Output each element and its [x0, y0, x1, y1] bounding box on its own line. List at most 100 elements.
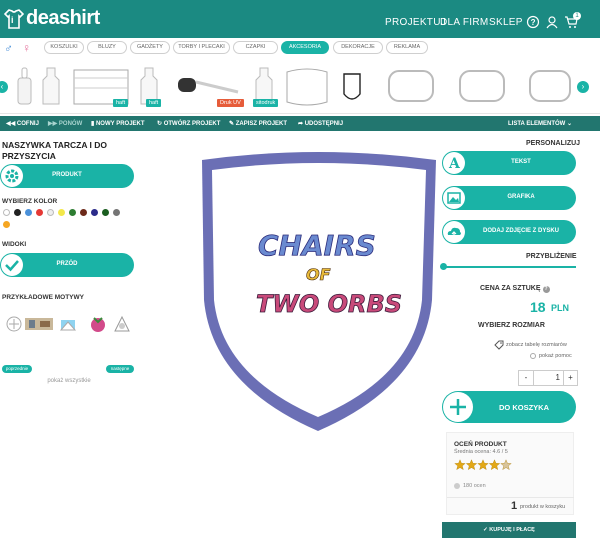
open-project-button[interactable]: ↻ OTWÓRZ PROJEKT: [157, 120, 220, 127]
tag-haft-2: haft: [146, 99, 162, 107]
color-swatch[interactable]: [25, 209, 32, 216]
plus-icon: [443, 392, 473, 422]
color-swatch[interactable]: [58, 209, 65, 216]
editor-toolbar: ◀◀ COFNIJ ▶▶ PONÓW ▮ NOWY PROJEKT ↻ OTWÓ…: [0, 116, 600, 131]
motif-thumb-5[interactable]: [112, 314, 132, 334]
add-to-cart-button[interactable]: DO KOSZYKA: [442, 391, 576, 423]
artwork-line-2: OF: [306, 265, 331, 284]
rating-star[interactable]: [477, 459, 489, 471]
product-thumb-patch-oval-1[interactable]: [387, 64, 435, 108]
category-tab-dekoracje[interactable]: DEKORACJE: [333, 41, 383, 54]
product-thumb-patch-oval-3[interactable]: [528, 64, 572, 108]
add-graphic-label: GRAFIKA: [507, 194, 535, 200]
category-tab-bluzy[interactable]: BLUZY: [87, 41, 127, 54]
category-tab-torby-i-plecaki[interactable]: TORBY I PLECAKI: [173, 41, 230, 54]
image-icon: [443, 187, 465, 209]
qty-input[interactable]: 1: [534, 371, 564, 385]
motif-thumb-2[interactable]: [24, 314, 54, 334]
qty-minus-button[interactable]: -: [519, 371, 534, 385]
qty-plus-button[interactable]: +: [564, 371, 577, 385]
product-button[interactable]: PRODUKT: [0, 164, 134, 188]
element-list-button[interactable]: LISTA ELEMENTÓW ⌄: [508, 120, 572, 127]
strip-next-arrow[interactable]: ›: [577, 81, 589, 93]
color-swatch[interactable]: [3, 221, 10, 228]
rating-star[interactable]: [500, 459, 512, 471]
tag-icon: [494, 340, 504, 350]
color-swatch[interactable]: [47, 209, 54, 216]
motifs-heading: PRZYKŁADOWE MOTYWY: [2, 294, 84, 301]
motif-thumb-1[interactable]: [4, 314, 24, 334]
color-swatch[interactable]: [80, 209, 87, 216]
save-project-label: ZAPISZ PROJEKT: [235, 121, 288, 127]
user-icon[interactable]: [545, 15, 559, 29]
nav-dla-firm[interactable]: DLA FIRM: [440, 17, 489, 28]
color-swatch[interactable]: [36, 209, 43, 216]
rating-star[interactable]: [454, 459, 466, 471]
logo-initial: i: [11, 15, 14, 25]
product-thumb-shield[interactable]: [341, 64, 363, 108]
product-thumb-banner[interactable]: [285, 64, 329, 108]
artwork-line-3: TWO ORBS: [256, 290, 402, 318]
add-to-cart-label: DO KOSZYKA: [498, 403, 549, 412]
help-icon[interactable]: ?: [526, 15, 540, 29]
color-swatch[interactable]: [91, 209, 98, 216]
share-label: UDOSTĘPNIJ: [304, 121, 344, 127]
buy-and-pay-label: KUPUJĘ I PŁACĘ: [489, 527, 535, 533]
motif-thumb-4[interactable]: [88, 314, 108, 334]
tag-druk-uv: Druk UV: [217, 99, 244, 107]
price-info-icon[interactable]: ?: [542, 286, 550, 293]
product-thumb-keychain[interactable]: [14, 64, 36, 108]
price-currency: PLN: [551, 303, 569, 313]
category-tab-gadżety[interactable]: GADŻETY: [130, 41, 170, 54]
color-swatch[interactable]: [113, 209, 120, 216]
motif-thumb-3[interactable]: [58, 314, 78, 334]
svg-text:A: A: [448, 156, 461, 172]
rating-star[interactable]: [465, 459, 478, 471]
size-table-link[interactable]: zobacz tabelę rozmiarów: [506, 342, 567, 348]
nav-projektuj[interactable]: PROJEKTUJ: [385, 17, 446, 28]
undo-button[interactable]: ◀◀ COFNIJ: [6, 120, 39, 127]
design-canvas[interactable]: CHAIRS OF TWO ORBS: [196, 150, 441, 435]
motifs-prev-button[interactable]: poprzednie: [2, 365, 32, 373]
average-rating: Średnia ocena: 4.6 / 5: [454, 449, 508, 455]
color-swatch[interactable]: [14, 209, 21, 216]
show-help-link[interactable]: pokaż pomoc: [539, 353, 572, 359]
motifs-next-button[interactable]: następne: [106, 365, 134, 373]
color-swatch[interactable]: [3, 209, 10, 216]
product-thumb-patch-oval-2[interactable]: [458, 64, 506, 108]
in-cart-count: 1: [511, 500, 518, 512]
zoom-heading: PRZYBLIŻENIE: [526, 253, 577, 260]
add-text-label: TEKST: [511, 159, 531, 165]
category-tab-czapki[interactable]: CZAPKI: [233, 41, 278, 54]
logo[interactable]: i deashirt: [4, 7, 100, 30]
new-project-label: NOWY PROJEKT: [95, 121, 145, 127]
view-front-label: PRZÓD: [56, 261, 78, 267]
cloud-upload-icon: [443, 221, 465, 243]
color-swatch[interactable]: [69, 209, 76, 216]
tag-haft-1: haft: [113, 99, 129, 107]
female-filter-icon[interactable]: ♀: [22, 41, 31, 55]
share-button[interactable]: ➦ UDOSTĘPNIJ: [298, 120, 343, 127]
redo-button[interactable]: ▶▶ PONÓW: [48, 120, 82, 127]
view-front-button[interactable]: PRZÓD: [0, 253, 134, 277]
color-swatch[interactable]: [102, 209, 109, 216]
male-filter-icon[interactable]: ♂: [4, 41, 13, 55]
category-tab-reklama[interactable]: REKLAMA: [386, 41, 428, 54]
rating-stars[interactable]: [454, 458, 514, 471]
show-all-motifs-link[interactable]: pokaż wszystkie: [0, 378, 138, 384]
tag-sitodruk: sitodruk: [253, 99, 279, 107]
add-graphic-button[interactable]: GRAFIKA: [442, 186, 576, 210]
new-project-button[interactable]: ▮ NOWY PROJEKT: [91, 120, 145, 127]
add-text-button[interactable]: A TEKST: [442, 151, 576, 175]
zoom-slider[interactable]: [440, 263, 576, 270]
upload-photo-button[interactable]: DODAJ ZDJĘCIE Z DYSKU: [442, 220, 576, 244]
svg-text:?: ?: [531, 18, 536, 27]
buy-and-pay-button[interactable]: ✓ KUPUJĘ I PŁACĘ: [442, 522, 576, 538]
category-tab-akcesoria[interactable]: AKCESORIA: [281, 41, 329, 54]
save-project-button[interactable]: ✎ ZAPISZ PROJEKT: [229, 120, 287, 127]
zoom-slider-handle[interactable]: [440, 263, 447, 270]
rating-star[interactable]: [488, 459, 501, 471]
product-thumb-apron[interactable]: [40, 64, 62, 108]
nav-sklep[interactable]: SKLEP: [489, 17, 523, 28]
category-tab-koszulki[interactable]: KOSZULKI: [44, 41, 84, 54]
